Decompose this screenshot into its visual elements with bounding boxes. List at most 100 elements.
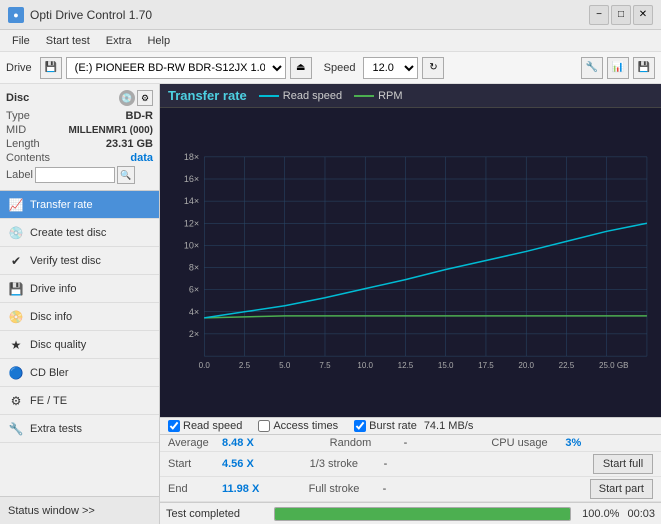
disc-action-button[interactable]: ⚙ — [137, 90, 153, 106]
start-label: Start — [168, 458, 218, 470]
nav-disc-info-label: Disc info — [30, 311, 72, 323]
menu-start-test[interactable]: Start test — [38, 33, 98, 49]
avg-value: 8.48 X — [222, 437, 262, 449]
status-window-button[interactable]: Status window >> — [0, 496, 159, 524]
svg-text:25.0 GB: 25.0 GB — [599, 361, 628, 370]
stats-row-2: Start 4.56 X 1/3 stroke - Start full — [160, 452, 661, 477]
svg-text:17.5: 17.5 — [478, 361, 494, 370]
burst-rate-checkbox-label: Burst rate — [369, 420, 417, 432]
chart-title: Transfer rate — [168, 88, 247, 103]
avg-label: Average — [168, 437, 218, 449]
svg-text:7.5: 7.5 — [319, 361, 331, 370]
svg-text:5.0: 5.0 — [279, 361, 291, 370]
nav-cd-bler[interactable]: 🔵 CD Bler — [0, 359, 159, 387]
eject-button[interactable]: ⏏ — [290, 57, 312, 79]
menu-extra[interactable]: Extra — [98, 33, 140, 49]
speed-label: Speed — [324, 62, 356, 74]
app-icon: ● — [8, 7, 24, 23]
svg-text:15.0: 15.0 — [438, 361, 454, 370]
svg-text:10.0: 10.0 — [357, 361, 373, 370]
nav-create-test-disc-label: Create test disc — [30, 227, 106, 239]
read-speed-checkbox-label: Read speed — [183, 420, 242, 432]
disc-quality-icon: ★ — [8, 337, 24, 353]
svg-text:16×: 16× — [184, 174, 199, 184]
menu-help[interactable]: Help — [139, 33, 178, 49]
fullstroke-label: Full stroke — [309, 483, 379, 495]
type-label: Type — [6, 110, 30, 122]
svg-text:12.5: 12.5 — [398, 361, 414, 370]
drive-icon-button[interactable]: 💾 — [40, 57, 62, 79]
progress-bar-fill — [275, 508, 570, 520]
disc-section: Disc 💿 ⚙ Type BD-R MID MILLENMR1 (000) L… — [0, 84, 159, 191]
access-times-checkbox[interactable] — [258, 420, 270, 432]
nav-verify-test-disc[interactable]: ✔ Verify test disc — [0, 247, 159, 275]
progress-bar-container — [274, 507, 571, 521]
refresh-button[interactable]: ↻ — [422, 57, 444, 79]
menu-file[interactable]: File — [4, 33, 38, 49]
chart-svg: 18× 16× 14× 12× 10× 8× 6× 4× 2× 0.0 2.5 … — [164, 112, 657, 413]
read-speed-checkbox[interactable] — [168, 420, 180, 432]
burst-rate-value: 74.1 MB/s — [424, 420, 474, 432]
nav-disc-info[interactable]: 📀 Disc info — [0, 303, 159, 331]
stroke1-value: - — [384, 458, 414, 470]
legend-read-speed-color — [259, 95, 279, 97]
main-layout: Disc 💿 ⚙ Type BD-R MID MILLENMR1 (000) L… — [0, 84, 661, 524]
start-part-button[interactable]: Start part — [590, 479, 653, 499]
nav-transfer-rate[interactable]: 📈 Transfer rate — [0, 191, 159, 219]
stroke1-label: 1/3 stroke — [310, 458, 380, 470]
label-button[interactable]: 🔍 — [117, 166, 135, 184]
nav-cd-bler-label: CD Bler — [30, 367, 69, 379]
nav-items: 📈 Transfer rate 💿 Create test disc ✔ Ver… — [0, 191, 159, 443]
mid-label: MID — [6, 124, 26, 136]
svg-text:22.5: 22.5 — [559, 361, 575, 370]
nav-fe-te-label: FE / TE — [30, 395, 67, 407]
time-text: 00:03 — [627, 508, 655, 520]
nav-create-test-disc[interactable]: 💿 Create test disc — [0, 219, 159, 247]
close-button[interactable]: ✕ — [633, 5, 653, 25]
access-times-checkbox-label: Access times — [273, 420, 338, 432]
checkbox-read-speed: Read speed — [168, 420, 242, 432]
nav-extra-tests[interactable]: 🔧 Extra tests — [0, 415, 159, 443]
drive-select[interactable]: (E:) PIONEER BD-RW BDR-S12JX 1.00 — [66, 57, 286, 79]
stat-random: Random - — [330, 437, 492, 449]
stats-area: Average 8.48 X Random - CPU usage 3% Sta… — [160, 434, 661, 502]
stats-row-1: Average 8.48 X Random - CPU usage 3% — [160, 435, 661, 452]
nav-fe-te[interactable]: ⚙ FE / TE — [0, 387, 159, 415]
drive-label: Drive — [6, 62, 32, 74]
settings-button[interactable]: 🔧 — [581, 57, 603, 79]
label-input[interactable] — [35, 167, 115, 183]
svg-text:2.5: 2.5 — [239, 361, 251, 370]
maximize-button[interactable]: □ — [611, 5, 631, 25]
svg-text:14×: 14× — [184, 196, 199, 206]
svg-text:0.0: 0.0 — [199, 361, 211, 370]
burst-rate-checkbox[interactable] — [354, 420, 366, 432]
compare-button[interactable]: 📊 — [607, 57, 629, 79]
transfer-rate-icon: 📈 — [8, 197, 24, 213]
verify-test-disc-icon: ✔ — [8, 253, 24, 269]
nav-verify-test-disc-label: Verify test disc — [30, 255, 101, 267]
random-value: - — [404, 437, 434, 449]
svg-text:6×: 6× — [189, 285, 199, 295]
nav-drive-info[interactable]: 💾 Drive info — [0, 275, 159, 303]
status-text: Test completed — [166, 508, 266, 520]
contents-value: data — [130, 152, 153, 164]
chart-area: Transfer rate Read speed RPM — [160, 84, 661, 417]
speed-select[interactable]: 12.0 X — [363, 57, 418, 79]
stat-start: Start 4.56 X — [168, 458, 310, 470]
chart-svg-container: 18× 16× 14× 12× 10× 8× 6× 4× 2× 0.0 2.5 … — [160, 108, 661, 417]
nav-disc-quality-label: Disc quality — [30, 339, 86, 351]
start-full-button[interactable]: Start full — [593, 454, 653, 474]
save-button[interactable]: 💾 — [633, 57, 655, 79]
status-bar: Test completed 100.0% 00:03 — [160, 502, 661, 524]
chart-header: Transfer rate Read speed RPM — [160, 84, 661, 108]
stat-fullstroke: Full stroke - — [309, 483, 450, 495]
random-label: Random — [330, 437, 400, 449]
fullstroke-value: - — [383, 483, 413, 495]
legend-rpm-color — [354, 95, 374, 97]
fe-te-icon: ⚙ — [8, 393, 24, 409]
svg-text:10×: 10× — [184, 240, 199, 250]
label-label: Label — [6, 169, 33, 181]
nav-disc-quality[interactable]: ★ Disc quality — [0, 331, 159, 359]
svg-text:20.0: 20.0 — [518, 361, 534, 370]
minimize-button[interactable]: − — [589, 5, 609, 25]
